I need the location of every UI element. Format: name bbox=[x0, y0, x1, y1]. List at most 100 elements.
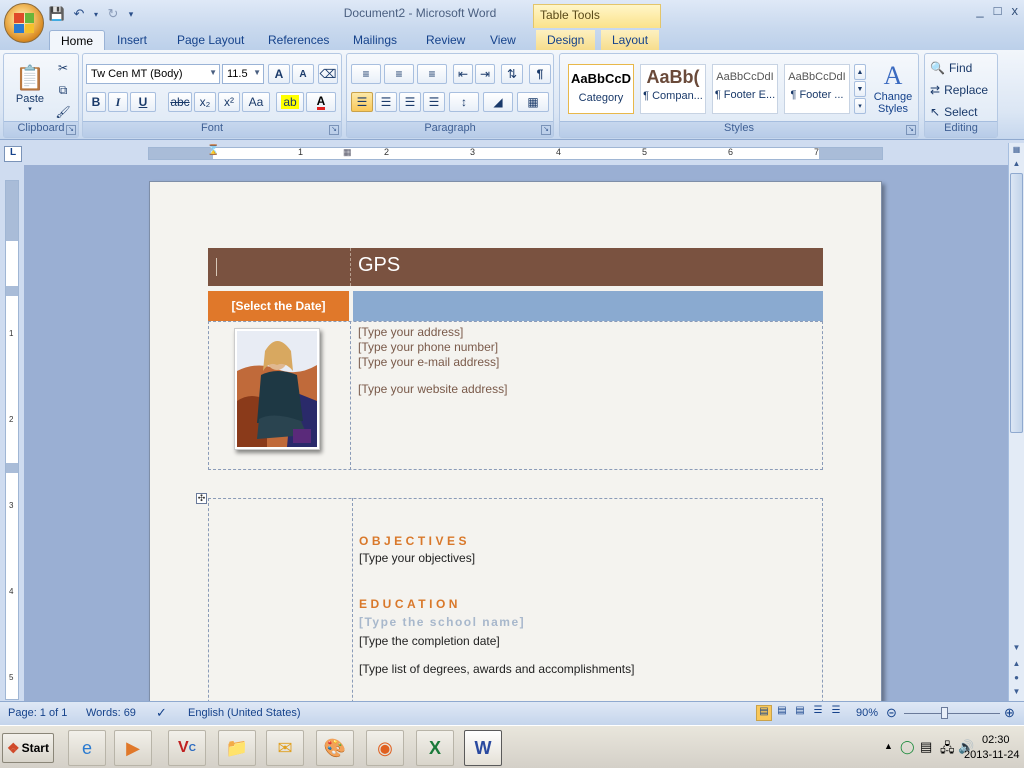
increase-indent-icon[interactable]: ⇥ bbox=[475, 64, 495, 84]
clear-formatting-icon[interactable]: ⌫ bbox=[318, 64, 338, 84]
clipboard-launcher-icon[interactable]: ↘ bbox=[66, 125, 76, 135]
cut-icon[interactable]: ✂ bbox=[54, 58, 72, 78]
file-explorer-icon[interactable]: 📁 bbox=[218, 730, 256, 766]
clock-date[interactable]: 2013-11-24 bbox=[964, 749, 1019, 761]
view-ruler-icon[interactable]: ▦ bbox=[1010, 145, 1023, 159]
indent-marker-icon[interactable]: ⌛ bbox=[207, 145, 219, 156]
shading-icon[interactable]: ◢ bbox=[483, 92, 513, 112]
objectives-heading[interactable]: OBJECTIVES bbox=[359, 534, 470, 548]
font-family-select[interactable]: Tw Cen MT (Body) ▼ bbox=[86, 64, 220, 84]
vertical-scrollbar[interactable]: ▦ ▲ ▼ ▲ ● ▼ bbox=[1008, 143, 1024, 701]
page-indicator[interactable]: Page: 1 of 1 bbox=[8, 707, 67, 719]
show-marks-button[interactable]: ¶ bbox=[529, 64, 551, 84]
multilevel-list-icon[interactable]: ≡ bbox=[417, 64, 447, 84]
table-move-handle-icon[interactable]: ✣ bbox=[196, 493, 207, 504]
address-text[interactable]: [Type your address] bbox=[358, 325, 463, 339]
style-footer[interactable]: AaBbCcDdI ¶ Footer ... bbox=[784, 64, 850, 114]
document-page[interactable]: GPS [Select the Date] [Type your address… bbox=[149, 181, 882, 701]
vc-app-icon[interactable]: VC bbox=[168, 730, 206, 766]
align-center-icon[interactable]: ☰ bbox=[375, 92, 397, 112]
outlook-icon[interactable]: ✉ bbox=[266, 730, 304, 766]
horizontal-ruler[interactable]: 1 2 3 4 5 6 7 ⌛ ▦ bbox=[148, 145, 883, 160]
borders-icon[interactable]: ▦ bbox=[517, 92, 549, 112]
tray-app-icon[interactable]: ◯ bbox=[900, 739, 915, 755]
paragraph-launcher-icon[interactable]: ↘ bbox=[541, 125, 551, 135]
font-size-select[interactable]: 11.5 ▼ bbox=[222, 64, 264, 84]
language-indicator[interactable]: English (United States) bbox=[188, 707, 301, 719]
justify-icon[interactable]: ☰ bbox=[423, 92, 445, 112]
clock-time[interactable]: 02:30 bbox=[982, 734, 1010, 746]
paint-icon[interactable]: 🎨 bbox=[316, 730, 354, 766]
print-layout-icon[interactable]: ▤ bbox=[756, 705, 772, 721]
profile-photo[interactable] bbox=[234, 328, 320, 450]
strikethrough-button[interactable]: abc bbox=[168, 92, 192, 112]
align-right-icon[interactable]: ☰ bbox=[399, 92, 421, 112]
style-company[interactable]: AaBb( ¶ Compan... bbox=[640, 64, 706, 114]
objectives-text[interactable]: [Type your objectives] bbox=[359, 551, 475, 565]
tray-expand-icon[interactable]: ▲ bbox=[884, 741, 893, 751]
previous-page-icon[interactable]: ▲ bbox=[1010, 659, 1023, 673]
column-marker-icon[interactable]: ▦ bbox=[343, 147, 352, 158]
firefox-icon[interactable]: ◉ bbox=[366, 730, 404, 766]
proofing-icon[interactable]: ✓ bbox=[156, 705, 167, 721]
document-area[interactable]: GPS [Select the Date] [Type your address… bbox=[24, 165, 1008, 701]
decrease-indent-icon[interactable]: ⇤ bbox=[453, 64, 473, 84]
date-picker[interactable]: [Select the Date] bbox=[208, 291, 349, 321]
styles-launcher-icon[interactable]: ↘ bbox=[906, 125, 916, 135]
tab-home[interactable]: Home bbox=[49, 30, 106, 51]
email-text[interactable]: [Type your e-mail address] bbox=[358, 355, 499, 369]
sort-icon[interactable]: ⇅ bbox=[501, 64, 523, 84]
tab-insert[interactable]: Insert bbox=[106, 30, 158, 51]
find-button[interactable]: 🔍 Find bbox=[929, 58, 995, 78]
zoom-slider[interactable] bbox=[904, 713, 1000, 714]
format-painter-icon[interactable]: 🖌 bbox=[54, 102, 72, 122]
tab-mailings[interactable]: Mailings bbox=[342, 30, 408, 51]
copy-icon[interactable]: ⧉ bbox=[54, 80, 72, 100]
resume-name[interactable]: GPS bbox=[358, 254, 400, 277]
subscript-button[interactable]: x₂ bbox=[194, 92, 216, 112]
tab-review[interactable]: Review bbox=[415, 30, 476, 51]
style-footer-even[interactable]: AaBbCcDdI ¶ Footer E... bbox=[712, 64, 778, 114]
grow-font-button[interactable]: A bbox=[268, 64, 290, 84]
education-heading[interactable]: EDUCATION bbox=[359, 597, 461, 611]
change-styles-button[interactable]: A Change Styles bbox=[868, 56, 918, 120]
school-name-text[interactable]: [Type the school name] bbox=[359, 615, 525, 629]
font-color-icon[interactable]: A bbox=[306, 92, 336, 112]
completion-date-text[interactable]: [Type the completion date] bbox=[359, 634, 500, 648]
tab-selector[interactable]: L bbox=[4, 146, 22, 162]
tab-layout[interactable]: Layout bbox=[601, 30, 660, 51]
styles-scroll-down-icon[interactable]: ▼ bbox=[854, 81, 866, 97]
zoom-in-icon[interactable]: ⊕ bbox=[1004, 705, 1015, 721]
bold-button[interactable]: B bbox=[86, 92, 106, 112]
tray-device-icon[interactable]: ▤ bbox=[920, 739, 932, 755]
draft-icon[interactable]: ☰ bbox=[828, 705, 844, 721]
minimize-button[interactable]: _ bbox=[976, 3, 983, 18]
superscript-button[interactable]: x² bbox=[218, 92, 240, 112]
word-icon[interactable]: W bbox=[464, 730, 502, 766]
zoom-out-icon[interactable]: ⊝ bbox=[886, 705, 897, 721]
paste-button[interactable]: 📋 Paste ▾ bbox=[10, 57, 50, 119]
scroll-up-icon[interactable]: ▲ bbox=[1010, 159, 1023, 173]
internet-explorer-icon[interactable]: e bbox=[68, 730, 106, 766]
shrink-font-button[interactable]: A bbox=[292, 64, 314, 84]
styles-scroll-up-icon[interactable]: ▲ bbox=[854, 64, 866, 80]
numbering-icon[interactable]: ≡ bbox=[384, 64, 414, 84]
scroll-down-icon[interactable]: ▼ bbox=[1010, 643, 1023, 657]
italic-button[interactable]: I bbox=[108, 92, 128, 112]
font-launcher-icon[interactable]: ↘ bbox=[329, 125, 339, 135]
phone-text[interactable]: [Type your phone number] bbox=[358, 340, 498, 354]
select-button[interactable]: ↖ Select bbox=[929, 102, 995, 122]
style-category[interactable]: AaBbCcD Category bbox=[568, 64, 634, 114]
line-spacing-icon[interactable]: ↕ bbox=[449, 92, 479, 112]
vertical-ruler[interactable]: 1 2 3 4 5 bbox=[5, 180, 19, 700]
change-case-button[interactable]: Aa bbox=[242, 92, 270, 112]
word-count[interactable]: Words: 69 bbox=[86, 707, 136, 719]
browse-object-icon[interactable]: ● bbox=[1010, 673, 1023, 687]
highlight-icon[interactable]: ab bbox=[276, 92, 304, 112]
tab-view[interactable]: View bbox=[479, 30, 527, 51]
close-button[interactable]: x bbox=[1012, 3, 1019, 18]
outline-icon[interactable]: ☰ bbox=[810, 705, 826, 721]
excel-icon[interactable]: X bbox=[416, 730, 454, 766]
align-left-icon[interactable]: ☰ bbox=[351, 92, 373, 112]
underline-button[interactable]: U bbox=[130, 92, 156, 112]
